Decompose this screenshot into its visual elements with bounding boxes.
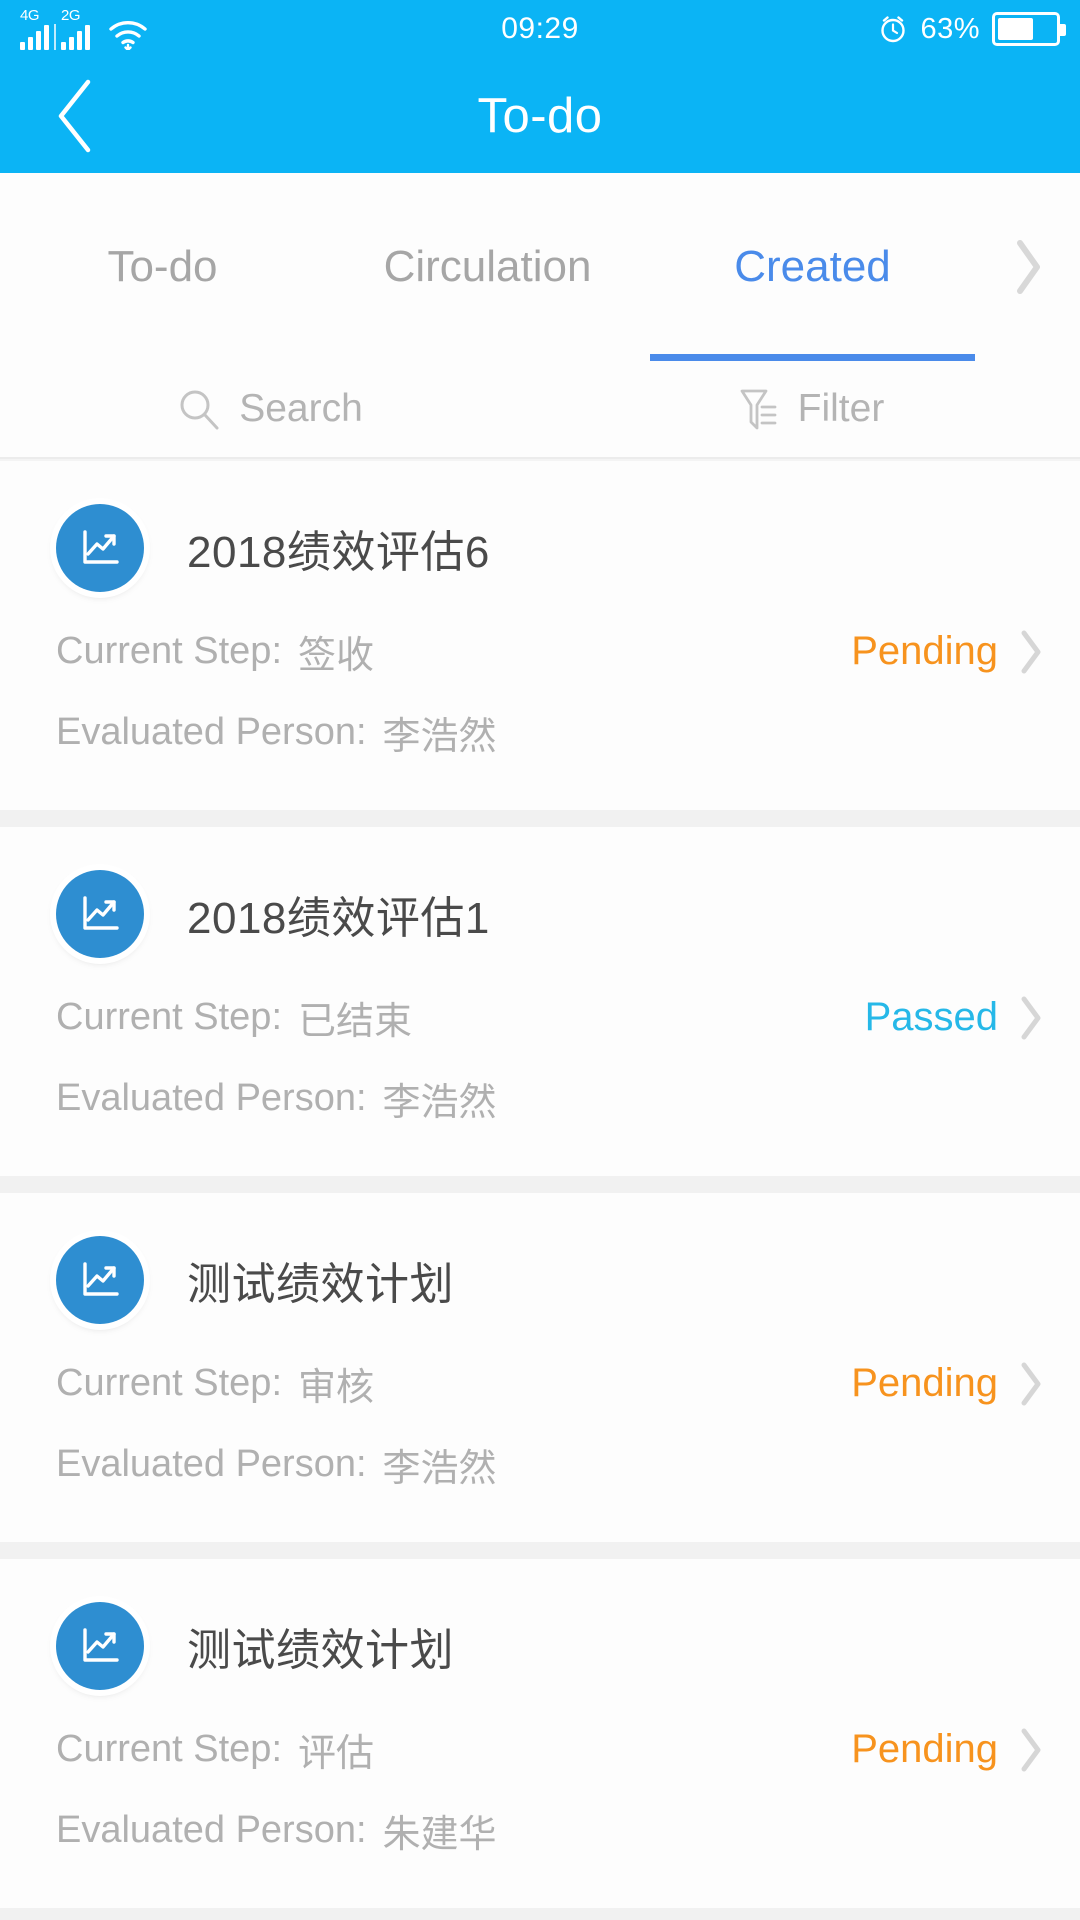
line-chart-icon xyxy=(56,1602,144,1690)
chevron-left-icon xyxy=(51,76,99,156)
tools-row: Search Filter xyxy=(0,361,1080,459)
status-badge: Pending xyxy=(851,1361,998,1405)
status-bar: 4G 2G 09:29 63% xyxy=(0,0,1080,58)
list-item-header: 测试绩效计划 xyxy=(0,1193,1080,1324)
signal-4g-label: 4G xyxy=(20,7,40,24)
status-badge: Passed xyxy=(864,995,998,1039)
list-item-person-row: Evaluated Person: 李浩然 xyxy=(0,1437,1080,1542)
app-header: To-do xyxy=(0,58,1080,173)
signal-2g-label: 2G xyxy=(61,7,81,24)
tab-circulation[interactable]: Circulation xyxy=(325,173,650,361)
chevron-right-icon[interactable] xyxy=(1018,629,1044,675)
list-item-header: 2018绩效评估1 xyxy=(0,827,1080,958)
evaluated-person-label: Evaluated Person: xyxy=(56,711,367,753)
status-badge: Pending xyxy=(851,1727,998,1771)
list-item-person-row: Evaluated Person: 李浩然 xyxy=(0,705,1080,810)
chevron-right-icon[interactable] xyxy=(1018,995,1044,1041)
list-item-title: 2018绩效评估6 xyxy=(187,528,490,577)
current-step-value: 审核 xyxy=(298,1367,375,1409)
signal-2g-icon: 2G xyxy=(61,7,90,50)
filter-button[interactable]: Filter xyxy=(540,360,1080,458)
list-item[interactable]: 2018绩效评估1 Current Step: 已结束 Passed Evalu… xyxy=(0,827,1080,1176)
battery-icon xyxy=(992,12,1066,46)
search-label: Search xyxy=(239,387,363,430)
current-step-label: Current Step: xyxy=(56,630,282,672)
list-item-header: 2018绩效评估6 xyxy=(0,461,1080,592)
list-item-step-row: Current Step: 已结束 Passed xyxy=(0,990,1080,1045)
todo-list[interactable]: 2018绩效评估6 Current Step: 签收 Pending Evalu… xyxy=(0,461,1080,1920)
list-item-title: 测试绩效计划 xyxy=(187,1260,454,1309)
evaluated-person-value: 李浩然 xyxy=(382,1448,497,1490)
chevron-right-icon[interactable] xyxy=(1018,1361,1044,1407)
tab-todo[interactable]: To-do xyxy=(0,173,325,361)
list-item[interactable]: 2018绩效评估6 Current Step: 签收 Pending Evalu… xyxy=(0,461,1080,810)
list-item-title: 测试绩效计划 xyxy=(187,1626,454,1675)
search-button[interactable]: Search xyxy=(0,360,540,458)
evaluated-person-value: 李浩然 xyxy=(382,716,497,758)
filter-label: Filter xyxy=(797,387,885,430)
current-step-label: Current Step: xyxy=(56,996,282,1038)
evaluated-person-label: Evaluated Person: xyxy=(56,1443,367,1485)
status-bar-right: 63% xyxy=(878,12,1066,46)
back-button[interactable] xyxy=(0,58,150,173)
app-root: 4G 2G 09:29 63% To-do To-do Circulation … xyxy=(0,0,1080,1920)
current-step-value: 已结束 xyxy=(298,1001,413,1043)
list-item-header: 测试绩效计划 xyxy=(0,1559,1080,1690)
current-step-label: Current Step: xyxy=(56,1728,282,1770)
list-item-step-row: Current Step: 审核 Pending xyxy=(0,1356,1080,1411)
signal-divider xyxy=(54,24,56,50)
tab-circulation-label: Circulation xyxy=(383,242,592,291)
tab-created-label: Created xyxy=(734,242,891,291)
chevron-right-icon[interactable] xyxy=(1018,1727,1044,1773)
evaluated-person-label: Evaluated Person: xyxy=(56,1077,367,1119)
signal-4g-icon: 4G xyxy=(20,7,49,50)
alarm-clock-icon xyxy=(878,14,908,44)
list-item-step-row: Current Step: 评估 Pending xyxy=(0,1722,1080,1777)
line-chart-icon xyxy=(56,504,144,592)
search-icon xyxy=(177,387,221,431)
tab-created[interactable]: Created xyxy=(650,173,975,361)
status-bar-left: 4G 2G xyxy=(20,8,148,50)
tabs-more-button[interactable] xyxy=(975,173,1080,361)
tab-bar: To-do Circulation Created xyxy=(0,173,1080,361)
filter-icon xyxy=(736,385,780,433)
line-chart-icon xyxy=(56,870,144,958)
list-item-step-row: Current Step: 签收 Pending xyxy=(0,624,1080,679)
status-badge: Pending xyxy=(851,629,998,673)
list-item[interactable]: 测试绩效计划 Current Step: 审核 Pending Evaluate… xyxy=(0,1193,1080,1542)
current-step-value: 评估 xyxy=(298,1733,375,1775)
tab-todo-label: To-do xyxy=(107,242,218,291)
evaluated-person-value: 朱建华 xyxy=(382,1814,497,1856)
list-item-person-row: Evaluated Person: 李浩然 xyxy=(0,1071,1080,1176)
battery-percent-label: 63% xyxy=(920,12,980,45)
page-title: To-do xyxy=(477,88,603,143)
list-item-title: 2018绩效评估1 xyxy=(187,894,490,943)
current-step-value: 签收 xyxy=(298,635,375,677)
evaluated-person-value: 李浩然 xyxy=(382,1082,497,1124)
chevron-right-icon xyxy=(1011,238,1045,296)
list-item-person-row: Evaluated Person: 朱建华 xyxy=(0,1803,1080,1908)
line-chart-icon xyxy=(56,1236,144,1324)
current-step-label: Current Step: xyxy=(56,1362,282,1404)
signal-group: 4G 2G xyxy=(20,7,90,50)
wifi-icon xyxy=(108,20,148,50)
evaluated-person-label: Evaluated Person: xyxy=(56,1809,367,1851)
list-item[interactable]: 测试绩效计划 Current Step: 评估 Pending Evaluate… xyxy=(0,1559,1080,1908)
